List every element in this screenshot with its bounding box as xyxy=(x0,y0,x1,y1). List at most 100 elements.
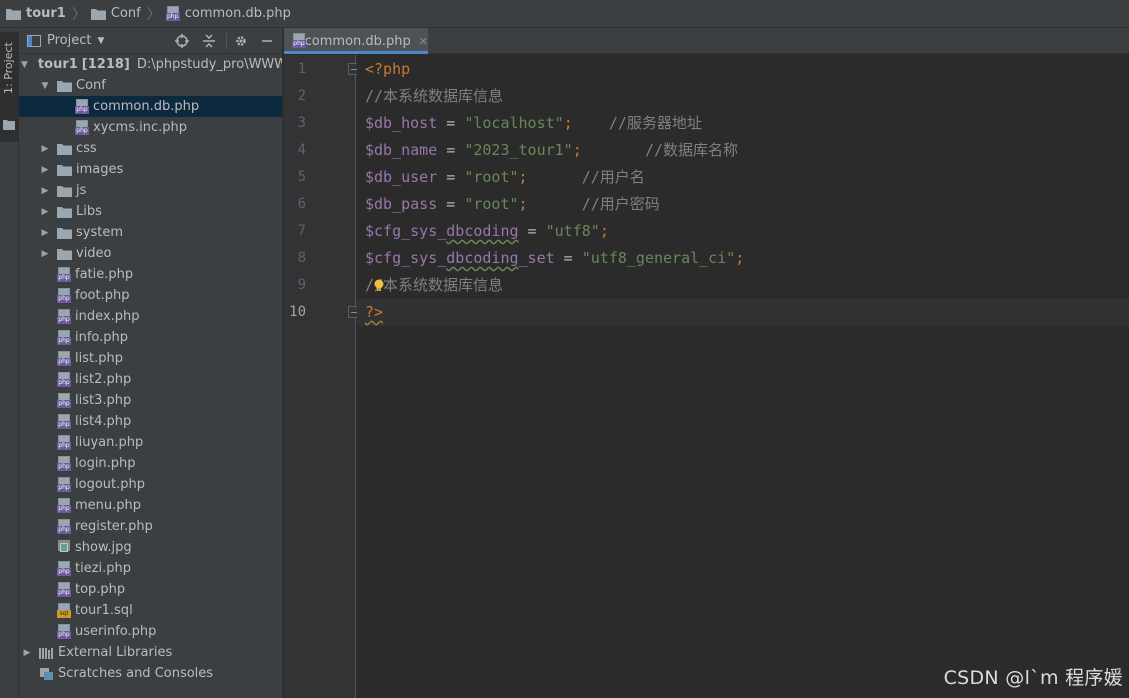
tree-item-label: images xyxy=(76,162,124,177)
collapsed-arrow-icon[interactable]: ▶ xyxy=(21,648,33,658)
minimize-icon[interactable] xyxy=(259,33,275,49)
code-line: <?php xyxy=(365,56,410,83)
tree-item-label: video xyxy=(76,246,112,261)
code-token: ; xyxy=(563,114,573,132)
tree-file[interactable]: ▶phpuserinfo.php xyxy=(19,621,282,642)
tree-file[interactable]: ▶phpinfo.php xyxy=(19,327,282,348)
code-line: $db_user = "root"; //用户名 xyxy=(365,164,645,191)
folder-icon xyxy=(57,143,72,155)
code-token: "localhost" xyxy=(464,114,564,132)
php-file-icon: php xyxy=(57,266,71,283)
tree-file[interactable]: ▶phpindex.php xyxy=(19,306,282,327)
breadcrumb-item-file[interactable]: php common.db.php xyxy=(165,0,291,28)
code-line: $cfg_sys_dbcoding = "utf8"; xyxy=(365,218,609,245)
breadcrumb: tour1 〉 Conf 〉 php common.db.php xyxy=(0,0,1129,28)
tree-item-label: liuyan.php xyxy=(75,435,144,450)
tree-folder[interactable]: ▶ css xyxy=(19,138,282,159)
php-file-icon: php xyxy=(57,581,71,598)
tree-folder[interactable]: ▶ images xyxy=(19,159,282,180)
code-editor[interactable]: <?php //本系统数据库信息 $db_host = "localhost"; /… xyxy=(357,55,1129,698)
code-token: //数据库名称 xyxy=(581,141,739,159)
tree-file[interactable]: ▶phpcommon.db.php xyxy=(19,96,282,117)
code-line: //本系统数据库信息 xyxy=(365,83,503,110)
tree-file[interactable]: ▶phpmenu.php xyxy=(19,495,282,516)
locate-icon[interactable] xyxy=(174,33,190,49)
code-token: "2023_tour1" xyxy=(464,141,573,159)
toolbar-divider xyxy=(226,33,227,49)
tree-folder[interactable]: ▶ js xyxy=(19,180,282,201)
php-file-icon: php xyxy=(57,350,71,367)
tree-file[interactable]: ▶phplogin.php xyxy=(19,453,282,474)
tree-file[interactable]: ▶show.jpg xyxy=(19,537,282,558)
tree-root-tour1[interactable]: ▼ tour1 [1218] D:\phpstudy_pro\WWW\ xyxy=(19,54,283,75)
code-token: //用户名 xyxy=(527,168,645,186)
expanded-arrow-icon[interactable]: ▼ xyxy=(21,60,28,70)
tree-file[interactable]: ▶phpregister.php xyxy=(19,516,282,537)
dropdown-arrow-icon[interactable]: ▼ xyxy=(97,36,104,46)
tree-file[interactable]: ▶phpfatie.php xyxy=(19,264,282,285)
tab-common-db-php[interactable]: php common.db.php ✕ xyxy=(284,28,428,54)
tree-item-label: top.php xyxy=(75,582,126,597)
collapsed-arrow-icon[interactable]: ▶ xyxy=(39,186,51,196)
tree-file[interactable]: ▶phplist.php xyxy=(19,348,282,369)
code-token: //服务器地址 xyxy=(572,114,702,132)
line-number: 9 xyxy=(297,277,306,293)
line-number: 4 xyxy=(297,142,306,158)
collapsed-arrow-icon[interactable]: ▶ xyxy=(39,228,51,238)
tree-item-label: foot.php xyxy=(75,288,130,303)
tree-file[interactable]: ▶phpliuyan.php xyxy=(19,432,282,453)
folder-icon xyxy=(3,120,15,130)
code-token: _set xyxy=(518,249,555,267)
code-token: $cfg_sys_ xyxy=(365,249,447,267)
current-line-highlight xyxy=(357,299,1129,326)
tree-external-libraries[interactable]: ▶ External Libraries xyxy=(19,642,282,663)
tree-file[interactable]: ▶sqltour1.sql xyxy=(19,600,282,621)
collapsed-arrow-icon[interactable]: ▶ xyxy=(39,165,51,175)
tree-scratches[interactable]: ▶Scratches and Consoles xyxy=(19,663,282,684)
code-token: "utf8" xyxy=(545,222,600,240)
expanded-arrow-icon[interactable]: ▼ xyxy=(39,81,51,91)
tree-item-label: register.php xyxy=(75,519,153,534)
collapsed-arrow-icon[interactable]: ▶ xyxy=(39,249,51,259)
project-path: D:\phpstudy_pro\WWW\ xyxy=(136,57,283,72)
tree-folder[interactable]: ▶ video xyxy=(19,243,282,264)
breadcrumb-item-conf[interactable]: Conf xyxy=(90,0,141,28)
tree-item-label: list4.php xyxy=(75,414,132,429)
tree-file[interactable]: ▶phplist2.php xyxy=(19,369,282,390)
tree-file[interactable]: ▶phpfoot.php xyxy=(19,285,282,306)
tree-item-label: tour1 xyxy=(37,57,78,72)
project-view-selector[interactable]: Project xyxy=(47,33,91,48)
line-number: 2 xyxy=(297,88,306,104)
tree-file[interactable]: ▶phptiezi.php xyxy=(19,558,282,579)
collapsed-arrow-icon[interactable]: ▶ xyxy=(39,207,51,217)
editor-gutter: 1 2 3 4 5 6 7 8 9 10 xyxy=(284,55,360,698)
close-icon[interactable]: ✕ xyxy=(419,35,428,48)
tree-item-label: menu.php xyxy=(75,498,142,513)
collapse-icon[interactable] xyxy=(201,33,217,49)
tree-item-label: list.php xyxy=(75,351,123,366)
folder-icon xyxy=(57,80,72,92)
tree-file[interactable]: ▶phpxycms.inc.php xyxy=(19,117,282,138)
code-token: = xyxy=(437,141,465,159)
line-number: 1 xyxy=(297,61,306,77)
project-view-icon xyxy=(27,34,41,47)
code-token: "root" xyxy=(464,168,519,186)
tree-file[interactable]: ▶phplogout.php xyxy=(19,474,282,495)
folder-icon xyxy=(57,185,72,197)
gear-icon[interactable] xyxy=(233,33,249,49)
tree-folder[interactable]: ▶ system xyxy=(19,222,282,243)
tree-file[interactable]: ▶phplist3.php xyxy=(19,390,282,411)
tree-file[interactable]: ▶phptop.php xyxy=(19,579,282,600)
php-file-icon: php xyxy=(57,392,71,409)
php-file-icon: php xyxy=(57,413,71,430)
tree-item-label: fatie.php xyxy=(75,267,134,282)
php-file-icon: php xyxy=(75,98,89,115)
lightbulb-icon[interactable] xyxy=(373,279,385,293)
tree-folder[interactable]: ▶ Libs xyxy=(19,201,282,222)
php-file-icon: php xyxy=(57,497,71,514)
code-token: = xyxy=(554,249,582,267)
tree-folder-conf[interactable]: ▼ Conf xyxy=(19,75,282,96)
collapsed-arrow-icon[interactable]: ▶ xyxy=(39,144,51,154)
watermark: CSDN @l`m 程序媛 xyxy=(943,667,1123,689)
tree-file[interactable]: ▶phplist4.php xyxy=(19,411,282,432)
